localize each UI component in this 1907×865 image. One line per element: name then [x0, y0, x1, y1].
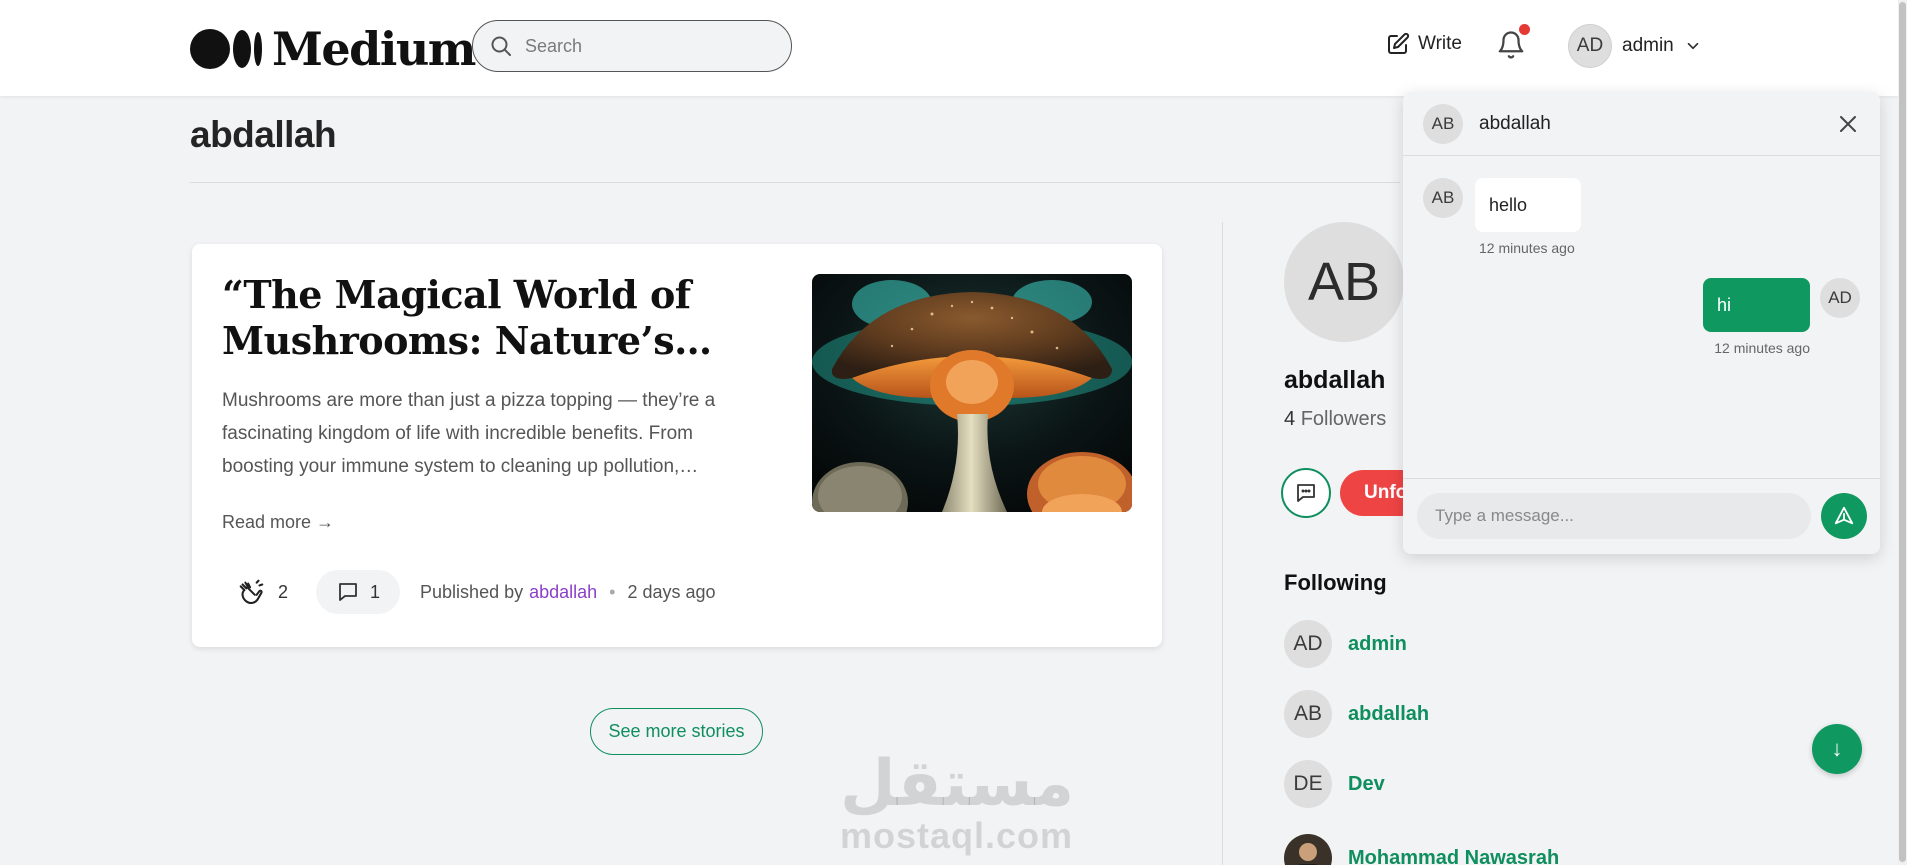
- message-time: 12 minutes ago: [1479, 240, 1575, 256]
- clap-count: 2: [278, 581, 289, 602]
- edit-icon: [1388, 32, 1410, 54]
- mushroom-image: [812, 274, 1132, 512]
- following-item[interactable]: AB abdallah: [1284, 690, 1429, 738]
- scroll-down-button[interactable]: ↓: [1812, 724, 1862, 774]
- close-icon[interactable]: [1836, 112, 1860, 136]
- avatar: AD: [1820, 278, 1860, 318]
- see-more-stories-button[interactable]: See more stories: [590, 708, 763, 755]
- following-name[interactable]: admin: [1348, 633, 1407, 656]
- meta-separator: •: [609, 581, 616, 602]
- chat-window: AB abdallah AB hello 12 minutes ago hi A…: [1403, 92, 1880, 554]
- article-image[interactable]: [812, 274, 1132, 512]
- following-name[interactable]: abdallah: [1348, 703, 1429, 726]
- following-item[interactable]: AD admin: [1284, 620, 1407, 668]
- top-navbar: Medium Write AD admin: [0, 0, 1898, 96]
- clap-button[interactable]: 2: [222, 570, 302, 614]
- comments-button[interactable]: 1: [316, 570, 401, 614]
- clap-icon: [239, 579, 264, 605]
- message-incoming: AB hello: [1423, 178, 1581, 232]
- profile-avatar: AB: [1284, 222, 1404, 342]
- search-bar[interactable]: [472, 20, 792, 72]
- avatar: DE: [1284, 760, 1332, 808]
- published-time: 2 days ago: [627, 581, 716, 602]
- message-bubble: hello: [1475, 178, 1581, 232]
- avatar: AD: [1568, 24, 1612, 68]
- message-input[interactable]: [1417, 493, 1811, 539]
- user-menu[interactable]: AD admin: [1568, 24, 1702, 68]
- chat-bubble-icon: [1297, 484, 1315, 502]
- search-icon: [491, 36, 511, 56]
- medium-logo[interactable]: Medium: [190, 22, 476, 76]
- avatar: AD: [1284, 620, 1332, 668]
- column-divider: [1222, 222, 1223, 865]
- published-info: Published by abdallah • 2 days ago: [420, 582, 716, 603]
- comment-count: 1: [370, 581, 381, 602]
- message-bubble: hi: [1703, 278, 1810, 332]
- divider: [190, 182, 1400, 183]
- following-name[interactable]: Dev: [1348, 773, 1385, 796]
- avatar: AB: [1284, 690, 1332, 738]
- medium-logo-icon: [190, 29, 262, 69]
- followers-label: Followers: [1300, 408, 1387, 430]
- article-title[interactable]: “The Magical World of Mushrooms: Nature’…: [222, 272, 762, 364]
- following-heading: Following: [1284, 570, 1387, 595]
- profile-name: abdallah: [1284, 366, 1386, 394]
- following-name[interactable]: Mohammad Nawasrah: [1348, 847, 1559, 865]
- send-button[interactable]: [1821, 493, 1867, 539]
- article-card[interactable]: “The Magical World of Mushrooms: Nature’…: [192, 244, 1162, 647]
- message-button[interactable]: [1281, 468, 1331, 518]
- read-more-link[interactable]: Read more →: [222, 512, 334, 533]
- followers-number: 4: [1284, 408, 1296, 430]
- following-item[interactable]: DE Dev: [1284, 760, 1385, 808]
- avatar: AB: [1423, 103, 1463, 144]
- avatar: AB: [1423, 178, 1463, 218]
- watermark-arabic: مستقل: [840, 747, 1075, 821]
- chat-footer: [1403, 478, 1880, 554]
- avatar-photo: [1284, 834, 1332, 865]
- scrollbar-thumb[interactable]: [1899, 2, 1906, 862]
- page-scrollbar[interactable]: [1898, 0, 1907, 865]
- notifications-button[interactable]: [1496, 24, 1530, 60]
- write-button[interactable]: Write: [1386, 32, 1462, 56]
- chat-contact-name: abdallah: [1479, 112, 1551, 134]
- author-link[interactable]: abdallah: [529, 582, 597, 603]
- chevron-down-icon: [1687, 42, 1699, 50]
- comment-icon: [339, 583, 357, 601]
- send-icon: [1834, 506, 1854, 525]
- write-label: Write: [1418, 33, 1462, 54]
- message-time: 12 minutes ago: [1714, 340, 1810, 356]
- notification-dot: [1519, 24, 1530, 35]
- article-meta: 2 1 Published by abdallah • 2 days ago: [222, 569, 716, 615]
- search-input[interactable]: [525, 35, 775, 57]
- followers-count[interactable]: 4 Followers: [1284, 408, 1386, 431]
- chat-header: AB abdallah: [1403, 92, 1880, 156]
- published-prefix: Published by: [420, 581, 524, 602]
- logo-text: Medium: [272, 22, 476, 76]
- following-item[interactable]: Mohammad Nawasrah: [1284, 834, 1559, 865]
- message-outgoing: hi AD: [1703, 278, 1860, 332]
- article-excerpt: Mushrooms are more than just a pizza top…: [222, 390, 716, 477]
- user-name: admin: [1622, 35, 1674, 56]
- watermark: مستقل mostaql.com: [840, 747, 1075, 856]
- watermark-latin: mostaql.com: [840, 815, 1074, 856]
- page-title: abdallah: [190, 114, 337, 155]
